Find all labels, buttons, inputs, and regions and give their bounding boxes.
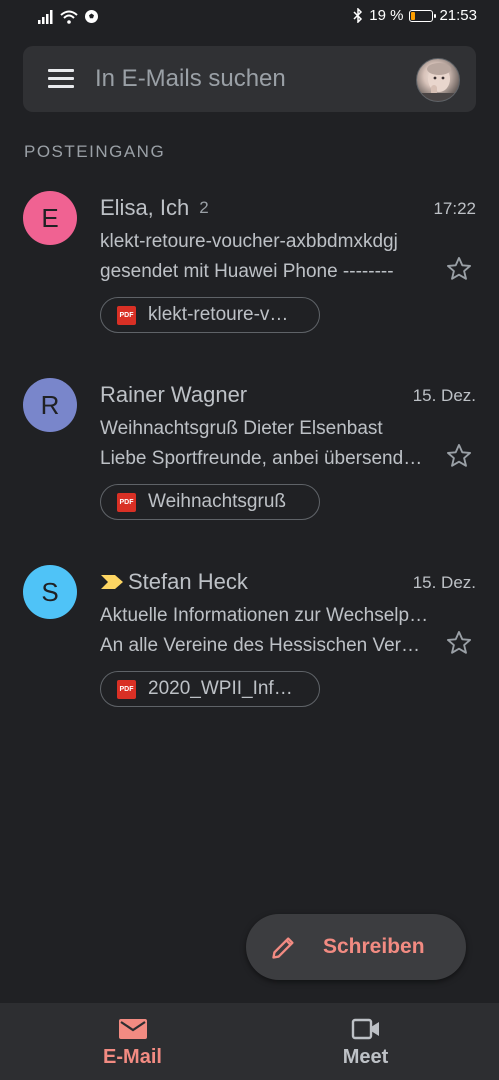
sender-line: Elisa, Ich 2: [100, 195, 209, 221]
nav-item-meet[interactable]: Meet: [241, 1003, 490, 1080]
thread-count: 2: [199, 198, 209, 217]
sender-avatar[interactable]: E: [23, 191, 77, 245]
battery-percent: 19 %: [369, 7, 404, 24]
sender-avatar[interactable]: S: [23, 565, 77, 619]
email-date: 15. Dez.: [412, 573, 476, 592]
wifi-icon: [60, 10, 78, 24]
signal-icon: [38, 9, 53, 24]
status-bar: 19 % 21:53: [0, 0, 499, 36]
attachment-name: klekt-retoure-voucher: [148, 304, 298, 325]
account-avatar[interactable]: [416, 58, 460, 102]
attachment-chip[interactable]: PDF Weihnachtsgruß: [100, 484, 320, 520]
compose-label: Schreiben: [323, 935, 425, 958]
star-icon[interactable]: [445, 629, 473, 657]
pdf-file-icon: PDF: [117, 492, 136, 512]
attachment-chip[interactable]: PDF klekt-retoure-voucher: [100, 297, 320, 333]
email-subject: klekt-retoure-voucher-axbbdmxkdgj: [100, 231, 398, 252]
nav-item-email[interactable]: E-Mail: [8, 1003, 257, 1080]
gmail-inbox-screen: 19 % 21:53 In E-Mails suchen POSTEINGANG…: [0, 0, 499, 1080]
email-date: 15. Dez.: [412, 386, 476, 405]
star-icon[interactable]: [445, 255, 473, 283]
sender-name: Rainer Wagner: [100, 382, 248, 407]
email-snippet: An alle Vereine des Hessischen Verbandes: [100, 635, 430, 656]
hamburger-menu-icon[interactable]: [48, 69, 74, 89]
compose-button[interactable]: Schreiben: [246, 914, 466, 980]
sender-name: Elisa, Ich: [100, 195, 190, 220]
sender-line: Rainer Wagner: [100, 382, 247, 408]
nav-label-meet: Meet: [342, 1046, 389, 1068]
status-right-icons: 19 % 21:53: [353, 7, 477, 24]
pdf-file-icon: PDF: [117, 679, 136, 699]
video-camera-icon: [351, 1018, 379, 1040]
battery-level-fill: [411, 11, 416, 20]
email-subject: Weihnachtsgruß Dieter Elsenbast: [100, 418, 383, 439]
attachment-name: 2020_WPII_Information: [148, 678, 298, 699]
email-snippet: gesendet mit Huawei Phone --------: [100, 261, 394, 282]
email-row[interactable]: E Elisa, Ich 2 17:22 klekt-retoure-vouch…: [0, 191, 499, 361]
sender-avatar[interactable]: R: [23, 378, 77, 432]
search-input[interactable]: In E-Mails suchen: [95, 65, 286, 93]
email-snippet: Liebe Sportfreunde, anbei übersende ich: [100, 448, 430, 469]
bluetooth-icon: [353, 8, 363, 23]
bottom-navigation: E-Mail Meet: [0, 1003, 499, 1080]
search-bar[interactable]: In E-Mails suchen: [23, 46, 476, 112]
sender-line: Stefan Heck: [100, 569, 248, 595]
mail-icon: [118, 1019, 147, 1039]
status-left-icons: [38, 9, 99, 24]
email-date: 17:22: [433, 199, 476, 218]
important-marker-icon[interactable]: [100, 574, 124, 590]
email-row[interactable]: S Stefan Heck 15. Dez. Aktuelle Informat…: [0, 565, 499, 735]
pdf-file-icon: PDF: [117, 305, 136, 325]
sender-name: Stefan Heck: [128, 569, 248, 594]
email-subject: Aktuelle Informationen zur Wechselperiod…: [100, 605, 430, 626]
clock: 21:53: [439, 7, 477, 24]
account-photo-icon: [417, 63, 459, 101]
battery-icon: [409, 9, 437, 22]
email-row[interactable]: R Rainer Wagner 15. Dez. Weihnachtsgruß …: [0, 378, 499, 548]
attachment-chip[interactable]: PDF 2020_WPII_Information: [100, 671, 320, 707]
star-icon[interactable]: [445, 442, 473, 470]
attachment-name: Weihnachtsgruß: [148, 491, 286, 512]
football-notification-icon: [85, 10, 98, 23]
nav-label-email: E-Mail: [103, 1046, 162, 1068]
inbox-section-title: POSTEINGANG: [24, 142, 166, 161]
pencil-icon: [272, 937, 294, 959]
